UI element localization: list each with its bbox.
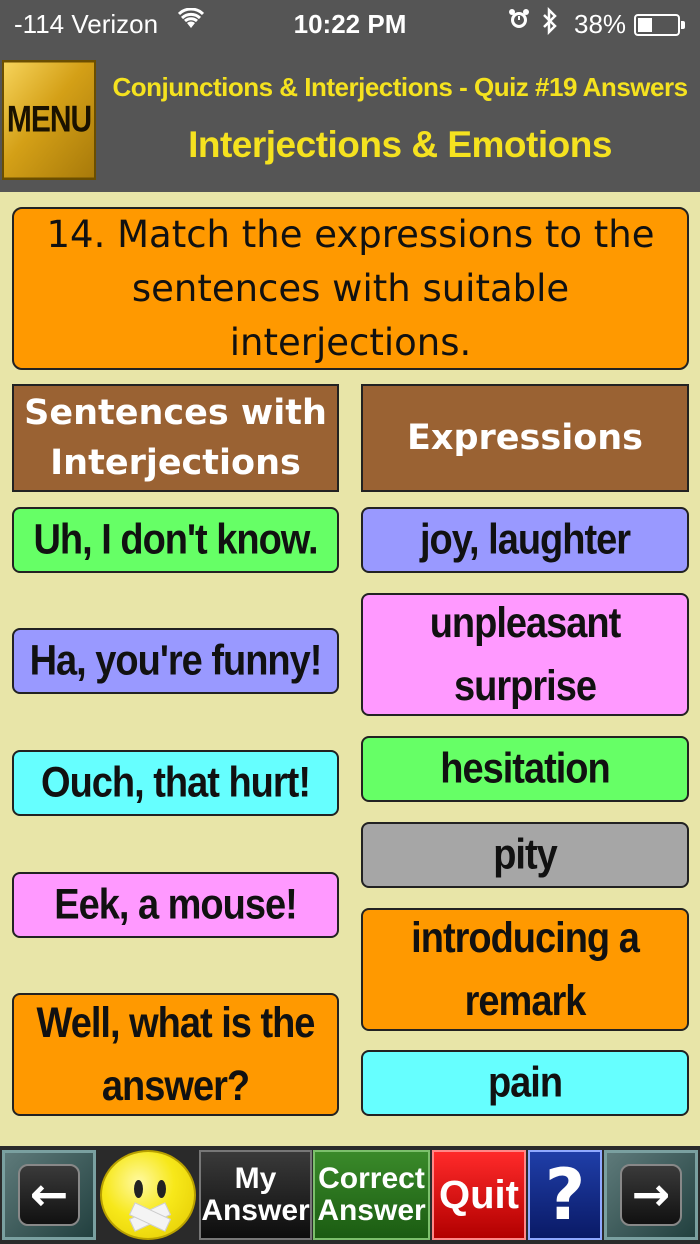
question-mark-icon: ?: [544, 1154, 586, 1236]
expression-text: introducing a remark: [411, 914, 640, 1025]
sentences-column-header: Sentences with Interjections: [12, 384, 339, 492]
expression-text: joy, laughter: [419, 516, 631, 564]
expression-card[interactable]: pity: [361, 822, 689, 888]
expression-card[interactable]: pain: [361, 1050, 689, 1116]
sentence-card[interactable]: Eek, a mouse!: [12, 872, 339, 938]
my-answer-button[interactable]: My Answer: [199, 1150, 312, 1240]
alarm-icon: [508, 8, 530, 36]
sentence-text: Uh, I don't know.: [33, 516, 318, 564]
expression-card[interactable]: joy, laughter: [361, 507, 689, 573]
quiz-subtitle: Interjections & Emotions: [188, 124, 612, 165]
menu-button[interactable]: MENU: [2, 60, 96, 180]
taped-mouth-smiley-icon[interactable]: [100, 1150, 196, 1240]
sentence-card[interactable]: Well, what is the answer?: [12, 993, 339, 1116]
quit-label: Quit: [439, 1173, 519, 1217]
emoji-eye: [157, 1180, 166, 1198]
sentence-card[interactable]: Uh, I don't know.: [12, 507, 339, 573]
emoji-eye: [134, 1180, 143, 1198]
question-box: 14. Match the expressions to the sentenc…: [12, 207, 689, 370]
expression-text: pity: [493, 831, 558, 879]
menu-label: MENU: [6, 98, 92, 140]
expression-text: unpleasant surprise: [429, 599, 622, 710]
expression-card[interactable]: hesitation: [361, 736, 689, 802]
expressions-header-label: Expressions: [407, 418, 643, 458]
my-answer-label: My Answer: [201, 1162, 310, 1227]
sentence-text: Well, what is the answer?: [36, 999, 316, 1110]
quiz-title: Conjunctions & Interjections - Quiz #19 …: [112, 72, 688, 102]
quit-button[interactable]: Quit: [432, 1150, 526, 1240]
sentence-text: Ha, you're funny!: [29, 637, 323, 685]
sentence-card[interactable]: Ouch, that hurt!: [12, 750, 339, 816]
correct-answer-button[interactable]: Correct Answer: [313, 1150, 430, 1240]
app-header: MENU Conjunctions & Interjections - Quiz…: [0, 50, 700, 192]
help-button[interactable]: ?: [528, 1150, 602, 1240]
expression-card[interactable]: introducing a remark: [361, 908, 689, 1031]
sentence-text: Ouch, that hurt!: [41, 759, 311, 807]
bluetooth-icon: [541, 6, 559, 42]
next-button[interactable]: →: [604, 1150, 698, 1240]
sentences-header-label: Sentences with Interjections: [24, 393, 327, 483]
arrow-right-icon: →: [620, 1164, 682, 1226]
expression-text: hesitation: [440, 745, 610, 793]
status-bar: -114 Verizon 10:22 PM 38%: [0, 0, 700, 50]
question-text: 14. Match the expressions to the sentenc…: [46, 212, 655, 364]
correct-answer-label: Correct Answer: [317, 1162, 426, 1227]
expression-card[interactable]: unpleasant surprise: [361, 593, 689, 716]
battery-nub: [681, 21, 685, 29]
bottom-toolbar: ← My Answer Correct Answer Quit ? →: [0, 1146, 700, 1244]
sentence-text: Eek, a mouse!: [54, 881, 298, 929]
battery-percent: 38%: [574, 9, 627, 39]
battery-icon: [634, 14, 685, 36]
arrow-left-icon: ←: [18, 1164, 80, 1226]
expressions-column-header: Expressions: [361, 384, 689, 492]
sentence-card[interactable]: Ha, you're funny!: [12, 628, 339, 694]
previous-button[interactable]: ←: [2, 1150, 96, 1240]
battery-fill: [638, 18, 652, 32]
expression-text: pain: [487, 1059, 563, 1107]
